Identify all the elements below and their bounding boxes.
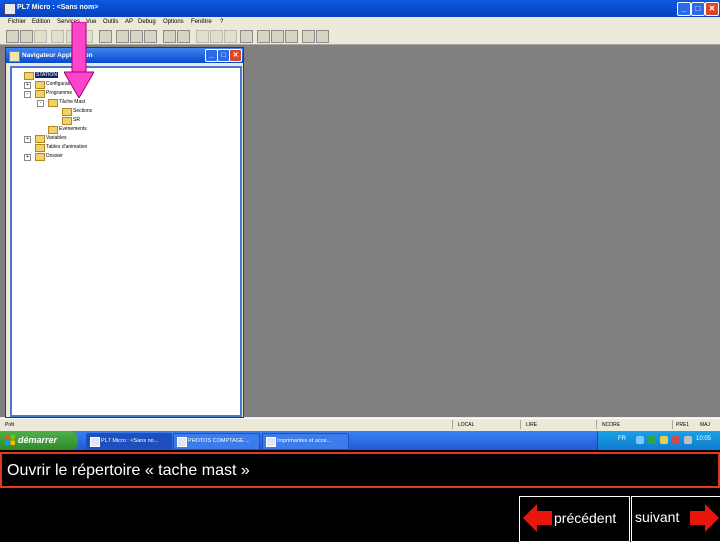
pl7-icon xyxy=(90,437,100,447)
menu-debug[interactable]: Debug xyxy=(138,19,156,25)
menu-outils[interactable]: Outils xyxy=(103,19,118,25)
window-list-icon[interactable] xyxy=(285,30,298,43)
printer-icon xyxy=(266,437,276,447)
right-arrow-icon xyxy=(690,504,719,532)
status-maj: MAJ xyxy=(700,422,710,428)
status-bar: Prêt LOCAL LIRE NCORE PRE1 MAJ xyxy=(0,418,720,430)
validate-icon[interactable] xyxy=(240,30,253,43)
collapse-icon[interactable]: - xyxy=(37,100,44,107)
collapse-icon[interactable]: - xyxy=(24,91,31,98)
diagnostic-icon[interactable] xyxy=(144,30,157,43)
navigator-close-button[interactable]: ✕ xyxy=(229,49,242,62)
goto-icon[interactable] xyxy=(224,30,237,43)
station-icon xyxy=(24,72,34,80)
start-button[interactable]: démarrer xyxy=(0,431,78,450)
menu-ap[interactable]: AP xyxy=(125,19,133,25)
maximize-button[interactable]: □ xyxy=(691,2,705,16)
menu-help[interactable]: ? xyxy=(220,19,223,25)
taskbar-item-pl7[interactable]: PL7 Micro : <Sans no... xyxy=(86,433,172,450)
status-local: LOCAL xyxy=(458,422,475,428)
folder-icon xyxy=(35,153,45,161)
app-icon xyxy=(4,3,16,15)
folder-icon xyxy=(35,135,45,143)
toolbar xyxy=(0,28,720,45)
window-cascade-icon[interactable] xyxy=(271,30,284,43)
language-indicator[interactable]: FR xyxy=(618,436,626,442)
left-arrow-icon xyxy=(523,504,552,532)
menu-fichier[interactable]: Fichier xyxy=(8,19,26,25)
folder-icon xyxy=(48,99,58,107)
taskbar-clock: 10:05 xyxy=(696,436,712,442)
status-lire: LIRE xyxy=(526,422,538,428)
folder-icon xyxy=(62,117,72,125)
tray-app-icon[interactable] xyxy=(660,436,668,444)
close-button[interactable]: ✕ xyxy=(705,2,719,16)
new-file-icon[interactable] xyxy=(6,30,19,43)
tray-security-icon[interactable] xyxy=(648,436,656,444)
help-icon[interactable] xyxy=(316,30,329,43)
folder-icon xyxy=(35,90,45,98)
folder-icon xyxy=(35,144,45,152)
next-button[interactable]: suivant xyxy=(631,496,720,542)
status-ncore: NCORE xyxy=(602,422,621,428)
expand-icon[interactable]: + xyxy=(24,154,31,161)
menu-fenetre[interactable]: Fenêtre xyxy=(191,19,212,25)
open-file-icon[interactable] xyxy=(20,30,33,43)
tray-volume-icon[interactable] xyxy=(684,436,692,444)
disconnect-icon[interactable] xyxy=(130,30,143,43)
windows-logo-icon xyxy=(5,435,15,445)
navigator-titlebar[interactable]: Navigateur Application _ □ ✕ xyxy=(6,48,243,63)
folder-icon xyxy=(48,126,58,134)
taskbar-item-photos[interactable]: PHOTOS COMPTAGE ... xyxy=(173,433,260,450)
stop-icon[interactable] xyxy=(177,30,190,43)
save-icon[interactable] xyxy=(34,30,47,43)
tray-network-icon[interactable] xyxy=(636,436,644,444)
menu-options[interactable]: Options xyxy=(163,19,184,25)
system-tray: FR 10:05 xyxy=(597,431,720,450)
instruction-caption: Ouvrir le répertoire « tache mast » xyxy=(0,452,720,488)
taskbar-item-printers[interactable]: Imprimantes et acce... xyxy=(262,433,349,450)
previous-button[interactable]: précédent xyxy=(519,496,630,542)
find-icon[interactable] xyxy=(196,30,209,43)
minimize-button[interactable]: _ xyxy=(677,2,691,16)
menu-bar: Fichier Edition Services Vue Outils AP D… xyxy=(0,17,720,28)
connect-icon[interactable] xyxy=(116,30,129,43)
run-icon[interactable] xyxy=(163,30,176,43)
pl7-screenshot: PL7 Micro : <Sans nom> _ □ ✕ Fichier Edi… xyxy=(0,0,720,450)
transfer-icon[interactable] xyxy=(99,30,112,43)
windows-taskbar: démarrer PL7 Micro : <Sans no... PHOTOS … xyxy=(0,431,720,450)
menu-edition[interactable]: Edition xyxy=(32,19,50,25)
status-ready: Prêt xyxy=(5,422,15,428)
folder-icon xyxy=(177,437,187,447)
next-label: suivant xyxy=(635,509,680,525)
folder-icon xyxy=(62,108,72,116)
tray-alert-icon[interactable] xyxy=(672,436,680,444)
folder-icon xyxy=(35,81,45,89)
expand-icon[interactable]: + xyxy=(24,82,31,89)
application-tree: STATION + Configuration - Programme - Tâ… xyxy=(10,66,242,417)
print-icon[interactable] xyxy=(51,30,64,43)
replace-icon[interactable] xyxy=(210,30,223,43)
app-titlebar[interactable]: PL7 Micro : <Sans nom> _ □ ✕ xyxy=(0,0,720,17)
caption-text: Ouvrir le répertoire « tache mast » xyxy=(7,462,250,479)
previous-label: précédent xyxy=(554,510,617,526)
start-label: démarrer xyxy=(18,435,58,445)
navigator-window[interactable]: Navigateur Application _ □ ✕ STATION + C… xyxy=(5,47,244,418)
pointer-arrow xyxy=(64,22,94,98)
app-title: PL7 Micro : <Sans nom> xyxy=(17,4,99,11)
status-pre1: PRE1 xyxy=(676,422,690,428)
zoom-icon[interactable] xyxy=(302,30,315,43)
navigator-icon xyxy=(9,51,20,62)
expand-icon[interactable]: + xyxy=(24,136,31,143)
window-tile-icon[interactable] xyxy=(257,30,270,43)
